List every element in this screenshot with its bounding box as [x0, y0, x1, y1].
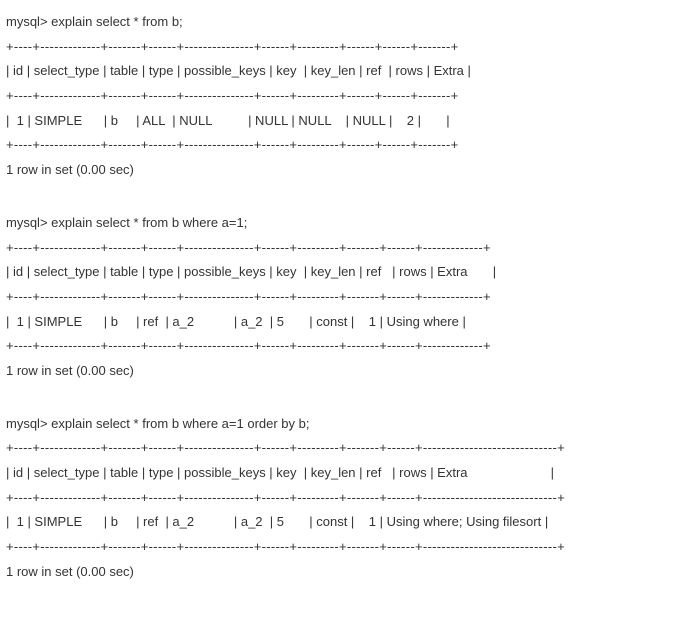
table-header: | id | select_type | table | type | poss… — [6, 59, 681, 84]
table-separator: +----+-------------+-------+------+-----… — [6, 285, 681, 310]
table-separator: +----+-------------+-------+------+-----… — [6, 133, 681, 158]
table-header: | id | select_type | table | type | poss… — [6, 461, 681, 486]
query-block-1: mysql> explain select * from b; +----+--… — [6, 10, 681, 183]
table-separator: +----+-------------+-------+------+-----… — [6, 35, 681, 60]
sql-prompt: mysql> explain select * from b where a=1… — [6, 211, 681, 236]
sql-prompt: mysql> explain select * from b; — [6, 10, 681, 35]
query-block-3: mysql> explain select * from b where a=1… — [6, 412, 681, 585]
table-separator: +----+-------------+-------+------+-----… — [6, 236, 681, 261]
table-separator: +----+-------------+-------+------+-----… — [6, 436, 681, 461]
table-separator: +----+-------------+-------+------+-----… — [6, 334, 681, 359]
table-separator: +----+-------------+-------+------+-----… — [6, 535, 681, 560]
table-separator: +----+-------------+-------+------+-----… — [6, 486, 681, 511]
result-footer: 1 row in set (0.00 sec) — [6, 158, 681, 183]
table-row: | 1 | SIMPLE | b | ALL | NULL | NULL | N… — [6, 109, 681, 134]
result-footer: 1 row in set (0.00 sec) — [6, 560, 681, 585]
result-footer: 1 row in set (0.00 sec) — [6, 359, 681, 384]
query-block-2: mysql> explain select * from b where a=1… — [6, 211, 681, 384]
table-row: | 1 | SIMPLE | b | ref | a_2 | a_2 | 5 |… — [6, 510, 681, 535]
sql-prompt: mysql> explain select * from b where a=1… — [6, 412, 681, 437]
table-row: | 1 | SIMPLE | b | ref | a_2 | a_2 | 5 |… — [6, 310, 681, 335]
table-separator: +----+-------------+-------+------+-----… — [6, 84, 681, 109]
table-header: | id | select_type | table | type | poss… — [6, 260, 681, 285]
